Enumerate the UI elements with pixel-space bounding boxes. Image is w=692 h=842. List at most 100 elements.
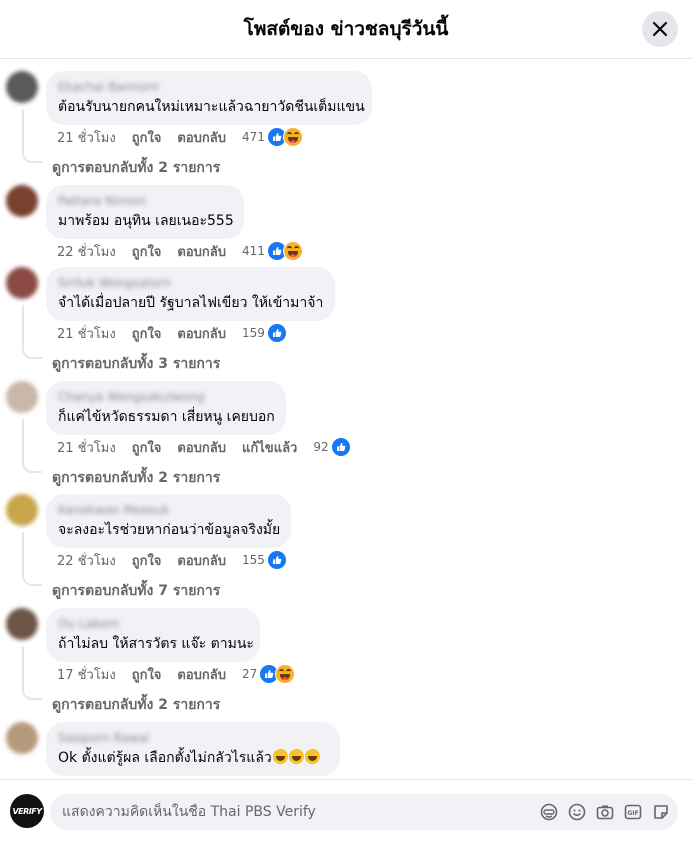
comment-text-content: จะลงอะไรช่วยหาก่อนว่าข้อมูลจริงมั้ย: [58, 522, 281, 538]
thread-line: [22, 646, 24, 690]
post-header: โพสต์ของ ข่าวชลบุรีวันนี้: [0, 0, 692, 59]
thread-connector: [22, 345, 42, 359]
comment-timestamp[interactable]: 22 ชั่วโมง: [57, 550, 116, 571]
view-replies-link[interactable]: ดูการตอบกลับทั้ง 2 รายการ: [52, 694, 220, 713]
avatar-sticker-icon[interactable]: [538, 801, 560, 823]
reply-button[interactable]: ตอบกลับ: [177, 437, 226, 458]
reaction-count[interactable]: 155: [242, 553, 265, 567]
reply-button[interactable]: ตอบกลับ: [177, 323, 226, 344]
comment-bubble: Ekachai Bannorn ต้อนรับนายกคนใหม่เหมาะแล้…: [46, 71, 372, 125]
avatar[interactable]: [6, 381, 38, 413]
comment-author[interactable]: Ou Lakorn: [58, 616, 248, 632]
haha-reaction-icon: [282, 241, 303, 261]
comment-author[interactable]: Siriluk Wongsatorn: [58, 275, 323, 291]
close-button[interactable]: [642, 11, 678, 47]
sticker-icon[interactable]: [650, 801, 672, 823]
comment-text: ก็แค่ไข้หวัดธรรมดา เสี่ยหนู เคยบอก: [58, 407, 275, 427]
reply-button[interactable]: ตอบกลับ: [177, 241, 226, 262]
reactions[interactable]: [266, 323, 287, 343]
avatar[interactable]: [6, 722, 38, 754]
avatar[interactable]: [6, 494, 38, 526]
laughing-emoji-icon: [288, 749, 304, 764]
comment-timestamp[interactable]: 21 ชั่วโมง: [57, 127, 116, 148]
like-button[interactable]: ถูกใจ: [132, 437, 162, 458]
reply-button[interactable]: ตอบกลับ: [177, 550, 226, 571]
laughing-emoji-icon: [304, 749, 320, 764]
reaction-count[interactable]: 27: [242, 667, 257, 681]
comment-text: มาพร้อม อนุทิน เลยเนอะ555: [58, 211, 234, 231]
comment-author[interactable]: Pattara Nimsin: [58, 193, 232, 209]
view-replies-link[interactable]: ดูการตอบกลับทั้ง 2 รายการ: [52, 467, 220, 486]
reaction-count[interactable]: 471: [242, 130, 265, 144]
comment-author[interactable]: Sasiporn Rawai: [58, 730, 328, 746]
like-button[interactable]: ถูกใจ: [132, 127, 162, 148]
thread-connector: [22, 149, 42, 163]
reactions[interactable]: [259, 664, 296, 684]
comment-actions: 21 ชั่วโมง ถูกใจ ตอบกลับ 159: [57, 323, 287, 344]
close-icon: [652, 21, 668, 37]
view-replies-link[interactable]: ดูการตอบกลับทั้ง 3 รายการ: [52, 353, 220, 372]
comment-text-content: ถ้าไม่ลบ ให้สารวัตร แจ๊ะ ตามนะ: [58, 636, 254, 652]
comment-text: จำได้เมื่อปลายปี รัฐบาลไฟเขียว ให้เข้ามา…: [58, 293, 323, 313]
reactions[interactable]: [266, 550, 287, 570]
reactions[interactable]: [330, 437, 351, 457]
view-replies-link[interactable]: ดูการตอบกลับทั้ง 7 รายการ: [52, 580, 220, 599]
reaction-count[interactable]: 411: [242, 244, 265, 258]
comment-bubble: Kanokwan Meesuk จะลงอะไรช่วยหาก่อนว่าข้อม…: [46, 494, 291, 548]
comments-list: Ekachai Bannorn ต้อนรับนายกคนใหม่เหมาะแล้…: [0, 59, 692, 779]
emoji-icon[interactable]: [566, 801, 588, 823]
comment-input[interactable]: [60, 803, 520, 821]
comment-composer: VERIFY GIF: [0, 779, 692, 842]
comment-bubble: Ou Lakorn ถ้าไม่ลบ ให้สารวัตร แจ๊ะ ตามนะ: [46, 608, 260, 662]
like-reaction-icon: [330, 437, 351, 457]
composer-tools: GIF: [538, 801, 678, 823]
comment-actions: 21 ชั่วโมง ถูกใจ ตอบกลับ 471: [57, 127, 303, 148]
thread-line: [22, 305, 24, 349]
thread-connector: [22, 459, 42, 473]
comment-text: ถ้าไม่ลบ ให้สารวัตร แจ๊ะ ตามนะ: [58, 634, 254, 654]
comment-bubble: Chanya Wongsakulwong ก็แค่ไข้หวัดธรรมดา เ…: [46, 381, 286, 435]
thread-line: [22, 532, 24, 576]
comment-timestamp[interactable]: 21 ชั่วโมง: [57, 437, 116, 458]
laughing-emoji-icon: [272, 749, 288, 764]
comment-text: ต้อนรับนายกคนใหม่เหมาะแล้วฉายาวัดชีนเต็ม…: [58, 97, 365, 117]
avatar[interactable]: [6, 71, 38, 103]
comment-author[interactable]: Ekachai Bannorn: [58, 79, 360, 95]
like-button[interactable]: ถูกใจ: [132, 323, 162, 344]
comment-actions: 22 ชั่วโมง ถูกใจ ตอบกลับ 155: [57, 550, 287, 571]
comment-timestamp[interactable]: 22 ชั่วโมง: [57, 241, 116, 262]
haha-reaction-icon: [282, 127, 303, 147]
comment-text: Ok ตั้งแต่รู้ผล เลือกตั้งไม่กลัวไรแล้ว: [58, 748, 328, 768]
comment-box[interactable]: GIF: [50, 794, 678, 830]
like-button[interactable]: ถูกใจ: [132, 664, 162, 685]
reactions[interactable]: [266, 241, 303, 261]
view-replies-link[interactable]: ดูการตอบกลับทั้ง 2 รายการ: [52, 157, 220, 176]
comment-author[interactable]: Kanokwan Meesuk: [58, 502, 279, 518]
avatar-text: VERIFY: [12, 806, 42, 816]
avatar[interactable]: VERIFY: [10, 794, 44, 828]
comment-bubble: Sasiporn Rawai Ok ตั้งแต่รู้ผล เลือกตั้งไ…: [46, 722, 340, 776]
avatar[interactable]: [6, 185, 38, 217]
comment-actions: 22 ชั่วโมง ถูกใจ ตอบกลับ 411: [57, 241, 303, 262]
thread-connector: [22, 686, 42, 700]
post-title: โพสต์ของ ข่าวชลบุรีวันนี้: [243, 18, 449, 40]
comment-timestamp[interactable]: 21 ชั่วโมง: [57, 323, 116, 344]
gif-icon[interactable]: GIF: [622, 801, 644, 823]
comment-text-content: ก็แค่ไข้หวัดธรรมดา เสี่ยหนู เคยบอก: [58, 409, 275, 425]
camera-icon[interactable]: [594, 801, 616, 823]
comment-timestamp[interactable]: 17 ชั่วโมง: [57, 664, 116, 685]
edited-label[interactable]: แก้ไขแล้ว: [242, 437, 297, 458]
reactions[interactable]: [266, 127, 303, 147]
avatar[interactable]: [6, 267, 38, 299]
like-button[interactable]: ถูกใจ: [132, 550, 162, 571]
reaction-count[interactable]: 92: [313, 440, 328, 454]
reaction-count[interactable]: 159: [242, 326, 265, 340]
comment-actions: 21 ชั่วโมง ถูกใจ ตอบกลับ แก้ไขแล้ว 92: [57, 437, 351, 458]
like-button[interactable]: ถูกใจ: [132, 241, 162, 262]
avatar[interactable]: [6, 608, 38, 640]
reply-button[interactable]: ตอบกลับ: [177, 127, 226, 148]
comment-author[interactable]: Chanya Wongsakulwong: [58, 389, 274, 405]
comment-text-content: Ok ตั้งแต่รู้ผล เลือกตั้งไม่กลัวไรแล้ว: [58, 750, 272, 766]
reply-button[interactable]: ตอบกลับ: [177, 664, 226, 685]
svg-text:GIF: GIF: [627, 810, 638, 817]
